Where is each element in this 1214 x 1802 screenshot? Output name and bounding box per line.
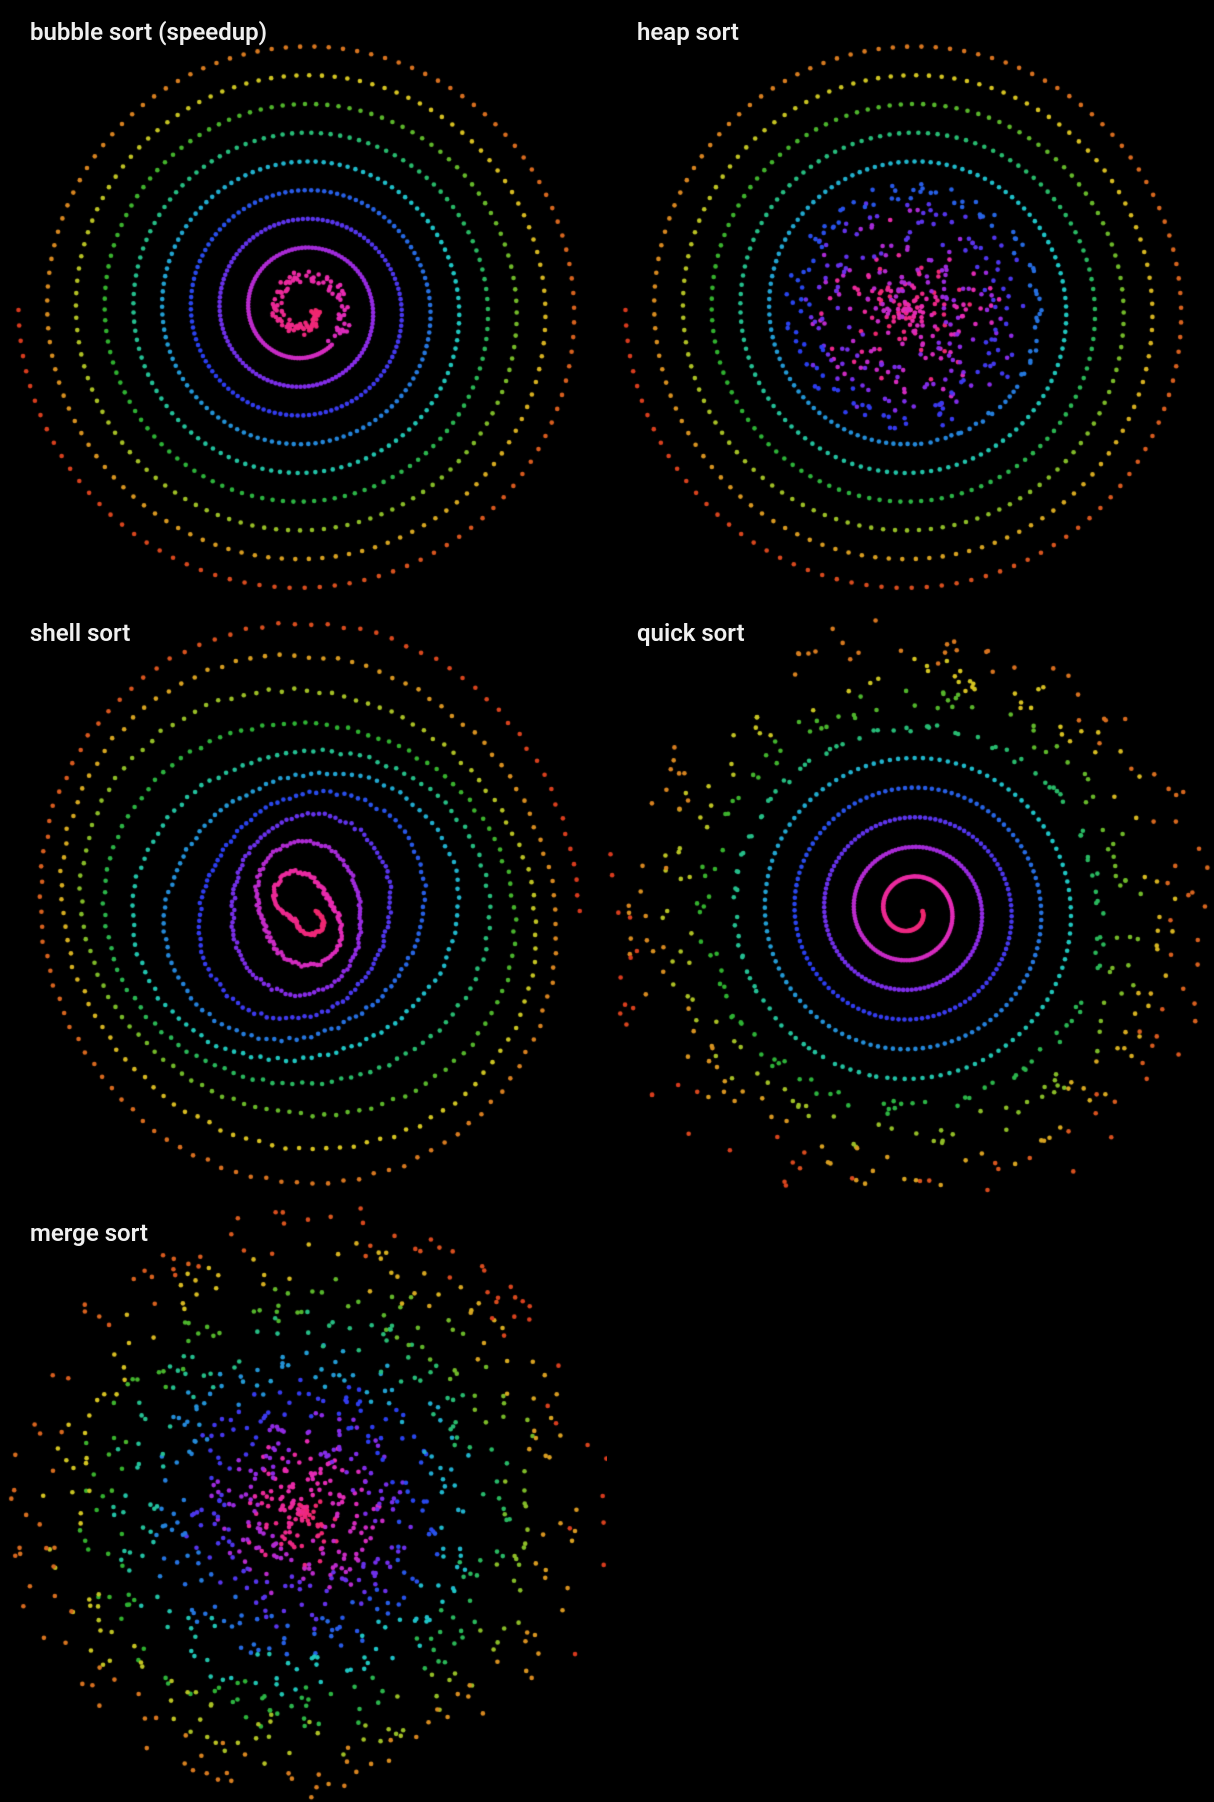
cell-heap: heap sort [607, 0, 1214, 601]
canvas-heap [607, 0, 1214, 600]
cell-merge: merge sort [0, 1201, 607, 1802]
cell-quick: quick sort [607, 601, 1214, 1202]
title-bubble: bubble sort (speedup) [30, 18, 267, 46]
canvas-quick [607, 601, 1214, 1201]
canvas-bubble [0, 0, 607, 600]
canvas-merge [0, 1201, 607, 1801]
cell-shell: shell sort [0, 601, 607, 1202]
title-quick: quick sort [637, 619, 745, 647]
cell-bubble: bubble sort (speedup) [0, 0, 607, 601]
title-merge: merge sort [30, 1219, 148, 1247]
cell-empty [607, 1201, 1214, 1802]
title-heap: heap sort [637, 18, 739, 46]
title-shell: shell sort [30, 619, 130, 647]
chart-grid: bubble sort (speedup) heap sort shell so… [0, 0, 1214, 1802]
canvas-shell [0, 601, 607, 1201]
sort-visualization-page: { "chart_data": [ { "name": "bubble", "t… [0, 0, 1214, 1802]
